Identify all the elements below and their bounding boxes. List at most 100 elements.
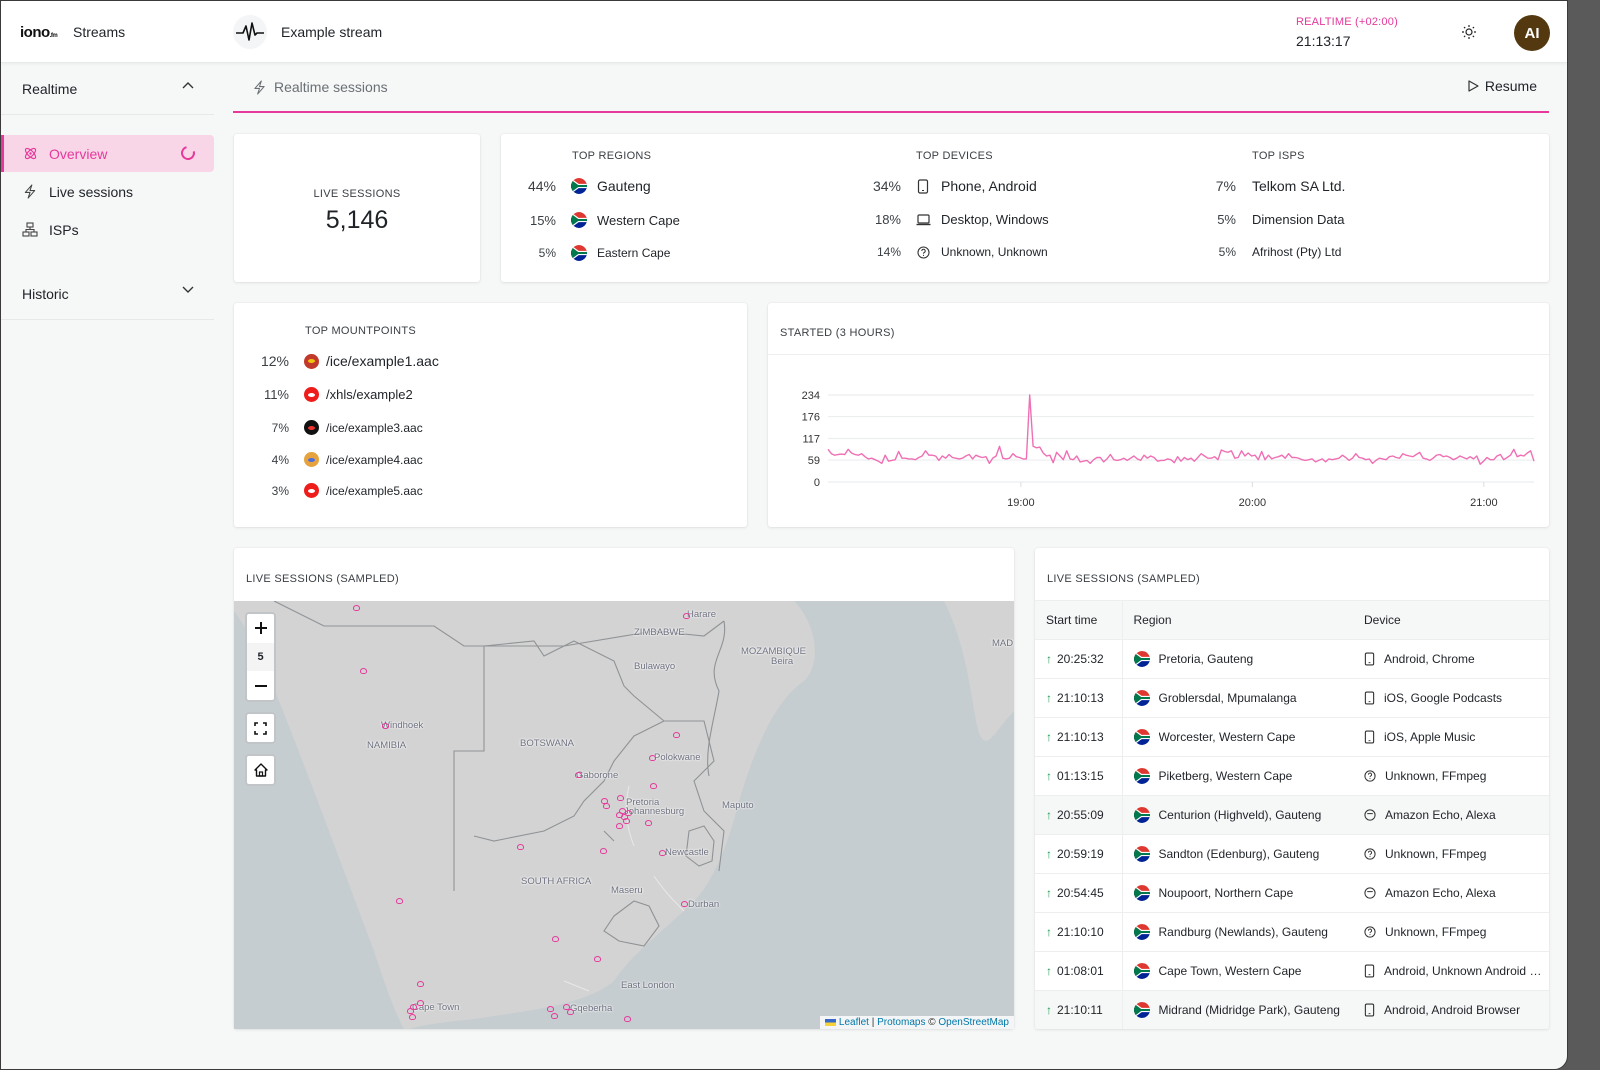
south-africa-flag-icon (1133, 845, 1150, 862)
top-region-row[interactable]: 5% Eastern Cape (501, 245, 670, 261)
table-row[interactable]: ↑ 21:10:11 Midrand (Midridge Park), Gaute… (1035, 990, 1549, 1029)
top-device-row[interactable]: 14% Unknown, Unknown (846, 245, 1048, 259)
table-row[interactable]: ↑ 20:54:45 Noupoort, Northern Cape Amazon… (1035, 873, 1549, 913)
map-place-label: Maseru (611, 885, 643, 896)
table-row[interactable]: ↑ 20:55:09 Centurion (Highveld), Gauteng … (1035, 795, 1549, 835)
session-marker[interactable] (594, 956, 601, 962)
play-icon (1468, 80, 1479, 92)
session-marker[interactable] (417, 1000, 424, 1006)
top-device-row[interactable]: 34% Phone, Android (846, 178, 1037, 194)
session-marker[interactable] (600, 848, 607, 854)
session-marker[interactable] (409, 1014, 416, 1020)
mountpoint-name: /ice/example3.aac (326, 420, 423, 435)
sidebar-item-overview[interactable]: Overview (1, 135, 214, 172)
top-region-row[interactable]: 15% Western Cape (501, 212, 680, 228)
pulse-icon (233, 15, 267, 49)
section-label: Realtime (22, 80, 78, 97)
device: Android, Chrome (1384, 651, 1475, 666)
table-row[interactable]: ↑ 21:10:10 Randburg (Newlands), Gauteng U… (1035, 912, 1549, 952)
table-row[interactable]: ↑ 01:08:01 Cape Town, Western Cape Androi… (1035, 951, 1549, 991)
session-marker[interactable] (623, 818, 630, 824)
session-marker[interactable] (645, 820, 652, 826)
session-marker[interactable] (552, 936, 559, 942)
table-row[interactable]: ↑ 20:25:32 Pretoria, Gauteng Android, Chr… (1035, 639, 1549, 679)
column-header-start-time[interactable]: Start time (1035, 601, 1123, 640)
south-africa-flag-icon (571, 212, 587, 228)
mountpoint-row[interactable]: 11% /xhls/example2 (234, 387, 413, 402)
sessions-map[interactable]: Harare ZIMBABWE Bulawayo MOZAMBIQUE Beira MAD… (234, 601, 1014, 1029)
table-row[interactable]: ↑ 21:10:13 Groblersdal, Mpumalanga iOS, G… (1035, 678, 1549, 718)
session-marker[interactable] (659, 850, 666, 856)
session-marker[interactable] (673, 732, 680, 738)
sessions-table-card: LIVE SESSIONS (SAMPLED) Start time Regio… (1035, 548, 1549, 1029)
user-avatar[interactable]: AI (1514, 15, 1550, 51)
theme-toggle-button[interactable] (1459, 22, 1479, 42)
map-place-label: Newcastle (665, 847, 709, 858)
top-isp-row[interactable]: 5% Afrihost (Pty) Ltd (1191, 245, 1342, 259)
sidebar-section-realtime[interactable]: Realtime (1, 63, 214, 115)
table-row[interactable]: ↑ 01:13:15 Piketberg, Western Cape Unknow… (1035, 756, 1549, 796)
device: Android, Android Browser (1384, 1002, 1521, 1017)
session-marker[interactable] (681, 901, 688, 907)
session-marker[interactable] (410, 1004, 417, 1010)
zoom-out-button[interactable] (247, 671, 274, 700)
map-place-label: BOTSWANA (520, 738, 575, 749)
top-region-row[interactable]: 44% Gauteng (501, 178, 651, 194)
mountpoint-row[interactable]: 3% /ice/example5.aac (234, 483, 423, 498)
session-marker[interactable] (617, 795, 624, 801)
session-marker[interactable] (624, 1016, 631, 1022)
session-marker[interactable] (396, 898, 403, 904)
session-marker[interactable] (567, 1009, 574, 1015)
session-marker[interactable] (575, 772, 582, 778)
session-marker[interactable] (547, 1006, 554, 1012)
page-title: Realtime sessions (253, 79, 388, 95)
session-marker[interactable] (649, 755, 656, 761)
top-isp-row[interactable]: 7% Telkom SA Ltd. (1191, 178, 1346, 194)
mountpoint-row[interactable]: 7% /ice/example3.aac (234, 420, 423, 435)
resume-button[interactable]: Resume (1468, 78, 1537, 94)
session-marker[interactable] (650, 783, 657, 789)
phone-icon (1364, 963, 1375, 978)
pct: 11% (263, 387, 289, 402)
pct: 14% (876, 245, 901, 259)
session-marker[interactable] (616, 823, 623, 829)
column-header-device[interactable]: Device (1353, 601, 1549, 640)
session-marker[interactable] (625, 810, 632, 816)
sidebar-section-historic[interactable]: Historic (1, 268, 214, 320)
region: Centurion (Highveld), Gauteng (1158, 807, 1322, 822)
started-chart-card: STARTED (3 HOURS) 0 59 117 176 234 19:00 20:00… (768, 303, 1549, 527)
region-name: Gauteng (597, 178, 651, 194)
fullscreen-button[interactable] (245, 712, 276, 744)
openstreetmap-link[interactable]: OpenStreetMap (938, 1017, 1009, 1028)
session-marker[interactable] (360, 668, 367, 674)
session-marker[interactable] (417, 981, 424, 987)
arrow-up-icon: ↑ (1046, 690, 1052, 705)
device: Amazon Echo, Alexa (1385, 807, 1496, 822)
table-row[interactable]: ↑ 21:10:13 Worcester, Western Cape iOS, A… (1035, 717, 1549, 757)
session-marker[interactable] (551, 1013, 558, 1019)
laptop-icon (916, 213, 931, 225)
iono-logo[interactable]: iono.fm (20, 24, 58, 41)
sidebar-item-live-sessions[interactable]: Live sessions (1, 173, 214, 210)
protomaps-link[interactable]: Protomaps (877, 1017, 925, 1028)
top-device-row[interactable]: 18% Desktop, Windows (846, 212, 1049, 227)
sidebar-item-isps[interactable]: ISPs (1, 211, 214, 248)
top-isp-row[interactable]: 5% Dimension Data (1191, 212, 1344, 227)
session-marker[interactable] (517, 844, 524, 850)
session-marker[interactable] (563, 1004, 570, 1010)
series-line-started[interactable] (827, 394, 1535, 465)
session-marker[interactable] (601, 798, 608, 804)
mountpoint-row[interactable]: 12% /ice/example1.aac (234, 353, 439, 369)
arrow-up-icon: ↑ (1046, 963, 1052, 978)
mountpoint-row[interactable]: 4% /ice/example4.aac (234, 452, 423, 467)
session-marker[interactable] (683, 613, 690, 619)
network-icon (22, 222, 38, 238)
home-button[interactable] (245, 754, 276, 786)
column-header-region[interactable]: Region (1122, 601, 1353, 640)
top-isps-caption: TOP ISPS (1252, 150, 1305, 162)
session-marker[interactable] (382, 723, 389, 729)
zoom-in-button[interactable] (247, 614, 274, 643)
leaflet-link[interactable]: Leaflet (839, 1017, 869, 1028)
table-row[interactable]: ↑ 20:59:19 Sandton (Edenburg), Gauteng Un… (1035, 834, 1549, 874)
session-marker[interactable] (353, 605, 360, 611)
